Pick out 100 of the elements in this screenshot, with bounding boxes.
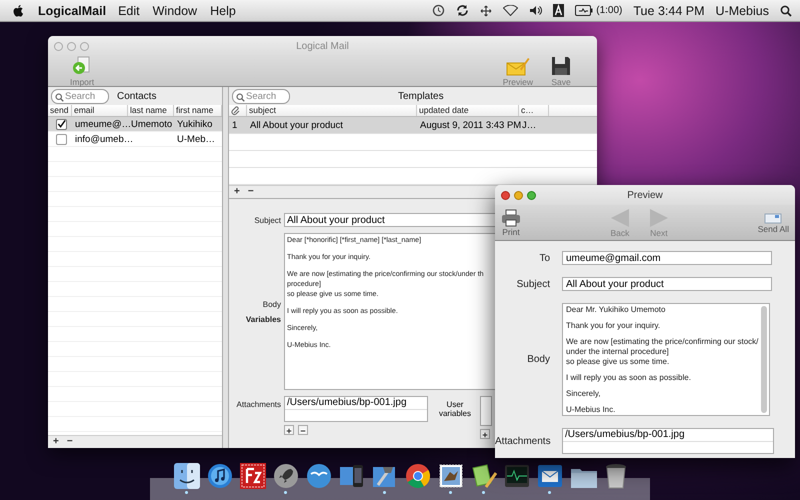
subject-field[interactable]: All About your product <box>284 213 496 227</box>
last-name-cell: Umemoto <box>131 118 172 130</box>
body-text-line: so please give us some time. <box>566 357 670 367</box>
app-menu[interactable]: LogicalMail <box>38 4 106 18</box>
sync-icon[interactable] <box>456 4 470 17</box>
add-button[interactable]: + <box>284 425 294 435</box>
toolbar-button[interactable]: Send All <box>758 212 789 234</box>
attachments-list[interactable]: /Users/umebius/bp-001.jpg <box>562 428 774 454</box>
search-icon[interactable] <box>780 4 792 16</box>
envelope-icon[interactable] <box>536 463 562 489</box>
trash-can-icon[interactable] <box>604 463 626 489</box>
notepad-pencil-icon[interactable] <box>470 463 496 489</box>
search-field[interactable]: Search <box>232 88 290 104</box>
contact-row[interactable]: umeume@…Umemoto Yukihiko <box>48 117 222 132</box>
remove-button[interactable]: − <box>246 187 256 197</box>
clock-icon[interactable] <box>432 4 446 17</box>
user-variables-list[interactable] <box>480 396 492 426</box>
wifi-icon[interactable] <box>503 5 518 16</box>
column-header[interactable]: c… <box>519 105 549 116</box>
zoom-button[interactable] <box>527 190 536 200</box>
body-text-line: I will reply you as soon as possible. <box>566 373 692 383</box>
field-label: Subject <box>516 278 550 290</box>
field-label: Body <box>526 354 550 365</box>
body-text-area[interactable] <box>284 233 496 390</box>
body-text-line: We are now [estimating the price/confirming our stock/ <box>566 337 756 347</box>
envelopes-icon <box>764 212 782 224</box>
music-note-icon[interactable] <box>206 463 232 489</box>
envelope-pencil-icon <box>506 55 530 77</box>
first-name-cell-text: U-Meb… <box>176 134 216 144</box>
phone-icon[interactable] <box>338 463 364 489</box>
user-menu[interactable]: U-Mebius <box>716 4 769 18</box>
body-text-line: Dear Mr. Yukihiko Umemoto <box>566 305 666 315</box>
minimize-button[interactable] <box>514 190 523 200</box>
contact-row[interactable]: info@umeb… U-Meb… <box>48 132 222 147</box>
send-checkbox[interactable] <box>56 118 67 130</box>
scrollbar[interactable] <box>761 306 767 413</box>
smiling-face-icon[interactable] <box>174 463 200 489</box>
column-header[interactable]: first name <box>174 105 222 116</box>
subject-field[interactable]: All About your product <box>562 277 772 291</box>
attachments-list[interactable]: /Users/umebius/bp-001.jpg <box>284 396 428 422</box>
square-logo-icon[interactable] <box>240 463 266 489</box>
column-header[interactable]: email <box>72 105 128 116</box>
field-label: Body <box>262 300 281 308</box>
pane-title: Templates <box>398 90 444 102</box>
field-label: Attachments <box>236 400 281 409</box>
field-label: To <box>538 252 550 264</box>
paperclip-icon <box>231 106 241 116</box>
row-number: 1 <box>231 120 238 130</box>
body-text-line: Sincerely, <box>566 389 602 399</box>
attachment-item[interactable]: /Users/umebius/bp-001.jpg <box>285 397 427 410</box>
attachment-item[interactable]: /Users/umebius/bp-001.jpg <box>563 429 773 442</box>
body-text-line: Thank you for your inquiry. <box>566 321 662 331</box>
window-title: Preview <box>627 190 663 200</box>
column-header[interactable]: updated date <box>417 105 519 116</box>
table-cell-text: J… <box>521 120 538 130</box>
template-row[interactable]: 1 All About your product August 9, 2011 3:43 PMJ… <box>229 117 597 134</box>
email-cell-text: umeume@… <box>74 118 128 130</box>
add-button[interactable]: + <box>232 187 242 197</box>
column-header[interactable]: send <box>48 105 72 116</box>
clock-text[interactable]: Tue 3:44 PM <box>633 4 704 18</box>
move-arrows-icon[interactable] <box>480 4 492 16</box>
search-field[interactable]: Search <box>51 88 109 104</box>
body-text-line: U-Mebius Inc. <box>566 405 616 415</box>
remove-button[interactable]: − <box>298 425 308 435</box>
user-variables-label: User variables <box>438 400 472 418</box>
pane-title: Contacts <box>117 90 156 102</box>
heartbeat-monitor-icon[interactable] <box>504 463 530 489</box>
date-cell-text: August 9, 2011 3:43 PM <box>419 120 519 130</box>
apple-icon[interactable] <box>12 4 24 18</box>
variables-label: Variables <box>244 314 281 324</box>
field-label: Attachments <box>495 436 550 446</box>
close-button[interactable] <box>501 190 510 200</box>
add-button[interactable]: + <box>480 429 490 439</box>
window-title: Logical Mail <box>296 40 349 52</box>
toolbar-button[interactable]: Print <box>501 208 521 236</box>
menu-item[interactable]: Window <box>152 4 198 18</box>
menu-item[interactable]: Help <box>210 4 236 18</box>
bird-icon[interactable] <box>306 463 332 489</box>
search-icon <box>236 92 245 102</box>
add-button[interactable]: + <box>51 437 61 447</box>
menu-item[interactable]: Edit <box>118 4 140 18</box>
printer-icon <box>501 208 521 226</box>
battery-icon[interactable] <box>575 5 594 16</box>
column-header[interactable]: subject <box>247 105 417 116</box>
left-arrow-icon <box>610 208 630 228</box>
battery-time: (1:00) <box>596 5 622 16</box>
stamp-icon[interactable] <box>438 463 464 489</box>
send-checkbox[interactable] <box>56 134 67 144</box>
search-icon <box>55 92 64 102</box>
rocket-icon[interactable] <box>272 463 298 489</box>
body-text-line: under the internal procedure] <box>566 347 670 357</box>
remove-button[interactable]: − <box>64 437 75 447</box>
input-menu-icon[interactable] <box>553 4 564 17</box>
subject-cell-text: All About your product <box>249 120 344 130</box>
speaker-icon[interactable] <box>529 5 542 16</box>
first-name-cell-text: Yukihiko <box>176 118 214 130</box>
body-text-area[interactable] <box>562 303 770 416</box>
round-color-logo-icon[interactable] <box>404 463 430 489</box>
to-field[interactable]: umeume@gmail.com <box>562 251 772 265</box>
column-header[interactable]: last name <box>128 105 174 116</box>
